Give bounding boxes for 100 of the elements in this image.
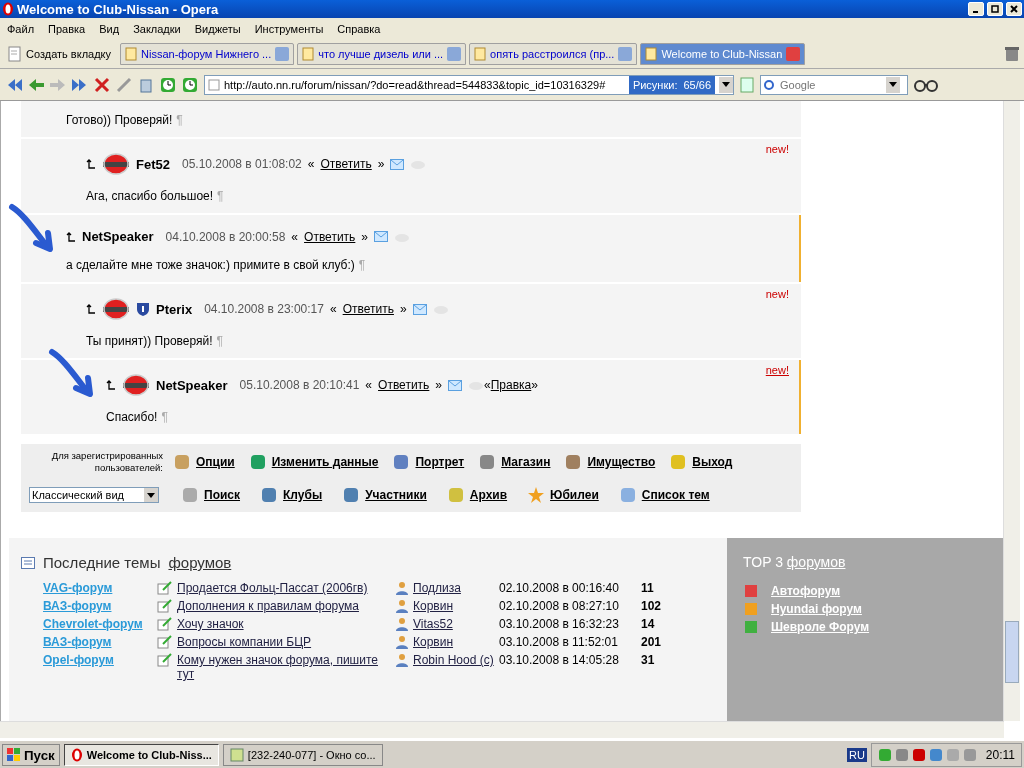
post-text: Ты принят)) Проверяй!	[86, 334, 213, 348]
menu-item[interactable]: Инструменты	[247, 23, 331, 35]
reply-count: 11	[641, 581, 655, 595]
view-select[interactable]: Классический вид	[29, 487, 159, 503]
taskbar-button[interactable]: [232-240-077] - Окно со...	[222, 744, 383, 766]
menu-item[interactable]: Справка	[330, 23, 388, 35]
maximize-button[interactable]	[987, 2, 1003, 16]
google-icon	[764, 77, 774, 92]
nav-link[interactable]: Выход	[669, 453, 733, 471]
nav-link[interactable]: Магазин	[478, 453, 551, 471]
quote-mark: »	[377, 157, 385, 171]
tab[interactable]: что лучше дизель или ...	[297, 43, 467, 65]
shield-icon	[136, 301, 150, 317]
mail-icon[interactable]	[374, 231, 389, 242]
forward-icon[interactable]	[50, 76, 66, 93]
back-icon[interactable]	[28, 76, 44, 93]
nav-link[interactable]: Поиск	[181, 486, 240, 504]
nav-link[interactable]: Изменить данные	[248, 453, 379, 471]
author-link[interactable]: Корвин	[413, 635, 454, 649]
stop-icon[interactable]	[94, 76, 110, 93]
new-link[interactable]: new!	[765, 364, 789, 376]
author-link[interactable]: Корвин	[413, 599, 454, 613]
nav-link[interactable]: Опции	[173, 453, 235, 471]
close-tab-icon[interactable]	[786, 47, 801, 61]
edit-link[interactable]: Правка	[490, 378, 532, 392]
topic-link[interactable]: Хочу значок	[177, 617, 244, 631]
vertical-scrollbar[interactable]	[1003, 101, 1020, 721]
reply-arrow-icon	[86, 304, 96, 314]
start-button[interactable]: Пуск	[2, 744, 60, 766]
topic-link[interactable]: Дополнения к правилам форума	[177, 599, 359, 613]
pilcrow-mark: ¶	[216, 334, 223, 348]
clock-icon[interactable]	[182, 76, 198, 93]
menu-item[interactable]: Файл	[0, 23, 42, 35]
address-field[interactable]: http://auto.nn.ru/forum/nissan/?do=read&thread=544833&topic_id=10316329# Рисунки: 65/66	[204, 74, 734, 95]
dropdown-icon	[147, 492, 155, 498]
reply-link[interactable]: Ответить	[342, 302, 394, 316]
close-tab-icon[interactable]	[618, 47, 633, 61]
nav-link[interactable]: Имущество	[564, 453, 656, 471]
horizontal-scrollbar[interactable]	[0, 721, 1004, 738]
menu-item[interactable]: Вид	[92, 23, 127, 35]
forums-link[interactable]: форумов	[168, 554, 232, 571]
topic-link[interactable]: Кому нужен значок форума, пишите тут	[177, 653, 395, 681]
reply-link[interactable]: Ответить	[320, 157, 372, 171]
topic-icon	[157, 599, 173, 613]
close-button[interactable]	[1006, 2, 1022, 16]
nav-link[interactable]: Участники	[342, 486, 427, 504]
tab[interactable]: опять расстроился (пр...	[469, 43, 638, 65]
post-text: а сделайте мне тоже значок:) примите в свой клуб:)	[66, 258, 355, 272]
topic-date: 03.10.2008 в 14:05:28	[499, 653, 620, 669]
topic-link[interactable]: Вопросы компании БЦР	[177, 635, 312, 649]
topic-link[interactable]: Продается Фольц-Пассат (2006гв)	[177, 581, 368, 595]
topic-icon	[157, 653, 173, 667]
section-title: Последние темы	[43, 554, 161, 571]
tab[interactable]: Nissan-форум Нижнего ...	[120, 43, 295, 65]
menu-item[interactable]: Виджеты	[187, 23, 248, 35]
clock-icon[interactable]	[160, 76, 176, 93]
mail-icon[interactable]	[448, 379, 463, 391]
author-name[interactable]: Fet52	[136, 156, 170, 172]
post-date: 05.10.2008 в 01:08:02	[181, 157, 302, 171]
dropdown-icon	[889, 82, 897, 87]
new-label: new!	[765, 143, 789, 155]
minimize-button[interactable]	[968, 2, 984, 16]
fast-forward-icon[interactable]	[72, 76, 88, 93]
reply-count: 14	[641, 617, 656, 631]
quote-mark: »	[531, 378, 538, 392]
dropdown-icon	[722, 82, 730, 87]
menu-item[interactable]: Закладки	[126, 23, 188, 35]
list-icon	[21, 556, 35, 569]
search-field[interactable]: Google	[760, 74, 908, 95]
mail-icon[interactable]	[390, 158, 405, 170]
images-indicator: Рисунки: 65/66	[628, 75, 715, 94]
nav-link[interactable]: Юбилеи	[527, 486, 599, 504]
pilcrow-mark: ¶	[358, 258, 366, 272]
language-indicator[interactable]: RU	[846, 748, 867, 762]
author-link[interactable]: Подлиза	[413, 581, 461, 595]
reply-link[interactable]: Ответить	[378, 378, 430, 392]
author-name[interactable]: NetSpeaker	[82, 229, 154, 244]
quote-mark: »	[435, 378, 443, 392]
user-icon	[395, 581, 409, 595]
trash-icon[interactable]	[1004, 46, 1020, 62]
author-link[interactable]: Vitas52	[413, 617, 453, 631]
taskbar-button[interactable]: Welcome to Club-Niss...	[63, 744, 219, 766]
quote-mark: «	[365, 378, 373, 392]
author-name[interactable]: Pterix	[156, 301, 193, 317]
nav-link[interactable]: Список тем	[618, 486, 710, 504]
page-icon	[302, 47, 315, 61]
rewind-icon[interactable]	[6, 76, 22, 93]
close-tab-icon[interactable]	[447, 47, 462, 61]
author-name[interactable]: NetSpeaker	[156, 377, 228, 393]
nav-link[interactable]: Клубы	[260, 486, 323, 504]
close-tab-icon[interactable]	[275, 47, 290, 61]
author-link[interactable]: Robin Hood (c)	[413, 653, 494, 667]
close-icon	[1010, 5, 1018, 13]
nav-link[interactable]: Архив	[446, 486, 508, 504]
nav-link[interactable]: Портрет	[392, 453, 465, 471]
mail-icon[interactable]	[412, 303, 427, 315]
new-tab-button[interactable]: Создать вкладку	[4, 43, 118, 65]
glasses-icon[interactable]	[914, 77, 938, 92]
reply-link[interactable]: Ответить	[304, 229, 356, 244]
menu-item[interactable]: Правка	[41, 23, 93, 35]
